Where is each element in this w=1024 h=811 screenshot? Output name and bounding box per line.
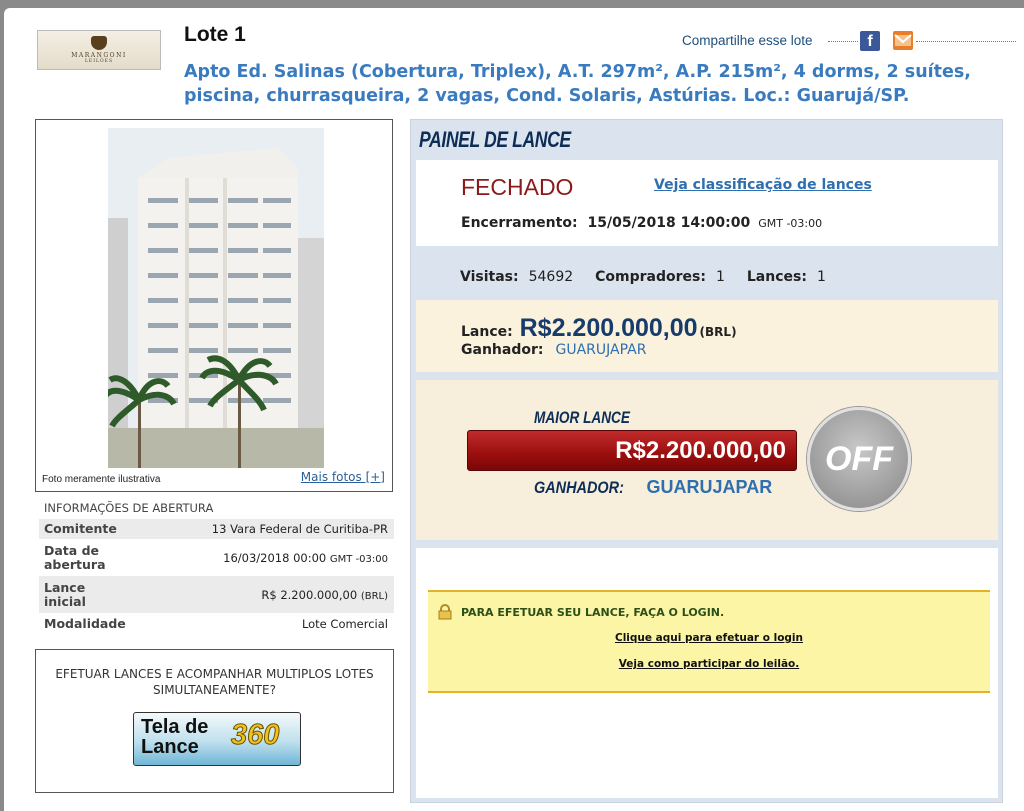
lot-description: Apto Ed. Salinas (Cobertura, Triplex), A… xyxy=(184,62,971,106)
login-message: PARA EFETUAR SEU LANCE, FAÇA O LOGIN. xyxy=(461,606,725,619)
bid-panel: PAINEL DE LANCE FECHADO Veja classificaç… xyxy=(410,119,1003,803)
info-value: 13 Vara Federal de Curitiba-PR xyxy=(211,522,388,536)
info-key: Lance inicial xyxy=(44,579,86,609)
share-label: Compartilhe esse lote xyxy=(682,33,813,48)
share-bar: Compartilhe esse lote f xyxy=(682,30,1016,52)
panel-title: PAINEL DE LANCE xyxy=(419,127,571,152)
lot-stats: Visitas: 54692 Compradores: 1 Lances: 1 xyxy=(460,269,848,285)
info-row-opening-date: Data de abertura 16/03/2018 00:00 GMT -0… xyxy=(39,539,394,576)
crest-icon xyxy=(91,36,107,50)
info-key: Comitente xyxy=(44,521,117,536)
status-box: FECHADO Veja classificação de lances Enc… xyxy=(416,160,998,246)
tela-de-lance-360-button[interactable]: Tela de Lance 360 xyxy=(133,712,301,766)
bids-label: Lances: xyxy=(746,269,807,285)
promo-text: EFETUAR LANCES E ACOMPANHAR MULTIPLOS LO… xyxy=(55,667,374,697)
share-divider-right xyxy=(916,41,1016,42)
visits-value: 54692 xyxy=(528,269,574,285)
current-winner: Ganhador: GUARUJAPAR xyxy=(461,342,646,358)
closing-timezone: GMT -03:00 xyxy=(758,217,823,230)
page: MARANGONI LEILÕES Lote 1 Compartilhe ess… xyxy=(4,8,1024,811)
info-key: Data de abertura xyxy=(44,542,106,572)
winner-label: Ganhador: xyxy=(461,342,544,358)
buyers-label: Compradores: xyxy=(595,269,706,285)
bid-ranking-link[interactable]: Veja classificação de lances xyxy=(654,177,872,193)
info-key: Modalidade xyxy=(44,616,126,631)
opening-info: INFORMAÇÕES DE ABERTURA Comitente 13 Var… xyxy=(39,498,394,635)
login-notice: PARA EFETUAR SEU LANCE, FAÇA O LOGIN. Cl… xyxy=(428,590,990,693)
promo-button-line1: Tela de xyxy=(141,716,209,738)
info-value: Lote Comercial xyxy=(301,617,388,631)
facebook-icon[interactable]: f xyxy=(860,31,880,51)
login-link[interactable]: Clique aqui para efetuar o login xyxy=(428,632,990,644)
info-row-comitente: Comitente 13 Vara Federal de Curitiba-PR xyxy=(39,519,394,539)
more-photos-link[interactable]: Mais fotos [+] xyxy=(301,470,385,484)
winner-value: GUARUJAPAR xyxy=(555,342,647,358)
login-area: PARA EFETUAR SEU LANCE, FAÇA O LOGIN. Cl… xyxy=(416,548,998,798)
highest-winner-label: GANHADOR: xyxy=(534,478,624,497)
opening-info-heading: INFORMAÇÕES DE ABERTURA xyxy=(44,501,214,515)
info-row-initial-bid: Lance inicial R$ 2.200.000,00 (BRL) xyxy=(39,576,394,613)
lot-title: Lote 1 xyxy=(184,23,246,46)
email-icon[interactable] xyxy=(893,31,913,50)
lock-icon xyxy=(438,604,452,620)
bid-currency: (BRL) xyxy=(699,325,737,339)
info-value: R$ 2.200.000,00 (BRL) xyxy=(261,587,388,602)
multi-lot-promo: EFETUAR LANCES E ACOMPANHAR MULTIPLOS LO… xyxy=(35,649,394,793)
marangoni-logo[interactable]: MARANGONI LEILÕES xyxy=(37,30,161,70)
closing-info: Encerramento: 15/05/2018 14:00:00 GMT -03:… xyxy=(461,215,822,231)
buyers-value: 1 xyxy=(715,269,725,285)
bids-value: 1 xyxy=(816,269,826,285)
promo-button-badge: 360 xyxy=(230,719,280,752)
highest-bid-winner: GANHADOR: GUARUJAPAR xyxy=(534,477,772,498)
current-bid: Lance: R$2.200.000,00 (BRL) xyxy=(461,314,737,343)
closing-label: Encerramento: xyxy=(461,215,578,231)
visits-label: Visitas: xyxy=(460,269,519,285)
info-value: 16/03/2018 00:00 GMT -03:00 xyxy=(223,550,388,565)
highest-bid-label: MAIOR LANCE xyxy=(534,408,630,427)
logo-subtitle: LEILÕES xyxy=(84,59,114,64)
closing-datetime: 15/05/2018 14:00:00 xyxy=(587,215,751,231)
highest-bid-bar: R$2.200.000,00 xyxy=(467,430,797,471)
highest-bid-amount: R$2.200.000,00 xyxy=(615,437,786,464)
auction-status: FECHADO xyxy=(461,174,574,200)
bid-label: Lance: xyxy=(461,324,513,340)
off-button[interactable]: OFF xyxy=(807,407,911,511)
info-row-modality: Modalidade Lote Comercial xyxy=(39,613,394,635)
photo-caption: Foto meramente ilustrativa xyxy=(42,474,161,485)
how-to-participate-link[interactable]: Veja como participar do leilão. xyxy=(428,658,990,670)
share-divider xyxy=(828,41,858,42)
photo-gallery: Foto meramente ilustrativa Mais fotos [+… xyxy=(35,119,393,492)
logo-name: MARANGONI xyxy=(71,52,127,59)
current-bid-box: Lance: R$2.200.000,00 (BRL) Ganhador: GUAR… xyxy=(416,300,998,372)
promo-button-line2: Lance xyxy=(141,736,199,758)
building-photo[interactable] xyxy=(108,128,324,468)
highest-winner-value: GUARUJAPAR xyxy=(646,477,773,497)
bid-amount: R$2.200.000,00 xyxy=(519,314,698,342)
highest-bid-box: MAIOR LANCE R$2.200.000,00 GANHADOR: GUA… xyxy=(416,380,998,540)
